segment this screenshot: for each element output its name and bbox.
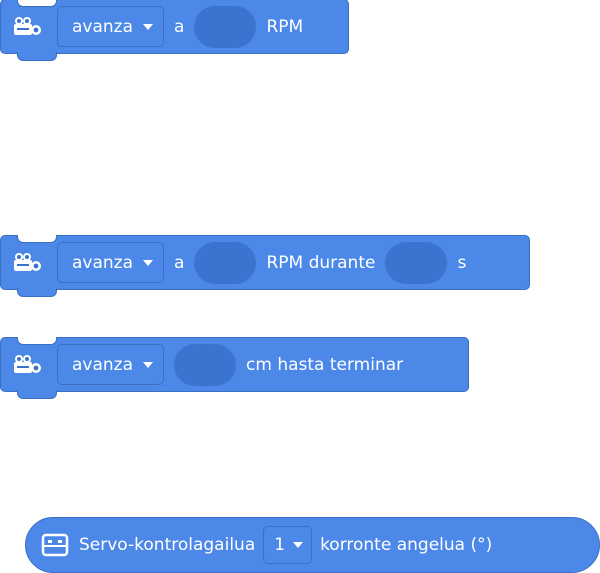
robot-motor-icon [9,248,45,278]
rpm-input[interactable] [194,5,257,48]
block-tab [17,52,57,61]
servo-current-angle-block[interactable]: Servo-kontrolagailua 1 korronte angelua … [25,517,600,573]
direction-value: avanza [72,354,134,375]
block-tab [17,390,57,399]
direction-dropdown[interactable]: avanza [57,6,165,47]
duration-input[interactable] [385,241,448,284]
move-distance-block[interactable]: avanza cm hasta terminar [0,337,469,399]
label-rpm: RPM [266,16,304,37]
move-rpm-duration-block[interactable]: avanza a RPM durante s [0,235,530,297]
robot-motor-icon [9,12,45,42]
direction-value: avanza [72,252,134,273]
block-notch [17,235,57,243]
servo-label: Servo-kontrolagailua [79,535,256,555]
label-a: a [174,16,185,37]
caret-down-icon [143,361,154,368]
block-notch [17,337,57,345]
direction-dropdown[interactable]: avanza [57,242,165,283]
rpm-input[interactable] [194,241,257,284]
caret-down-icon [143,23,154,30]
label-seconds: s [457,252,467,273]
distance-input[interactable] [174,343,237,386]
caret-down-icon [143,259,154,266]
robot-motor-icon [9,350,45,380]
direction-dropdown[interactable]: avanza [57,344,165,385]
label-cm-hasta-terminar: cm hasta terminar [246,354,404,375]
screen-icon [41,531,71,559]
caret-down-icon [293,542,304,548]
label-rpm-durante: RPM durante [266,252,376,273]
direction-value: avanza [72,16,134,37]
move-rpm-block[interactable]: avanza a RPM [0,0,349,61]
servo-suffix-label: korronte angelua (°) [320,535,493,555]
servo-port-dropdown[interactable]: 1 [263,526,313,564]
block-tab [17,288,57,297]
block-notch [17,0,57,7]
servo-port-value: 1 [274,535,286,555]
label-a: a [174,252,185,273]
